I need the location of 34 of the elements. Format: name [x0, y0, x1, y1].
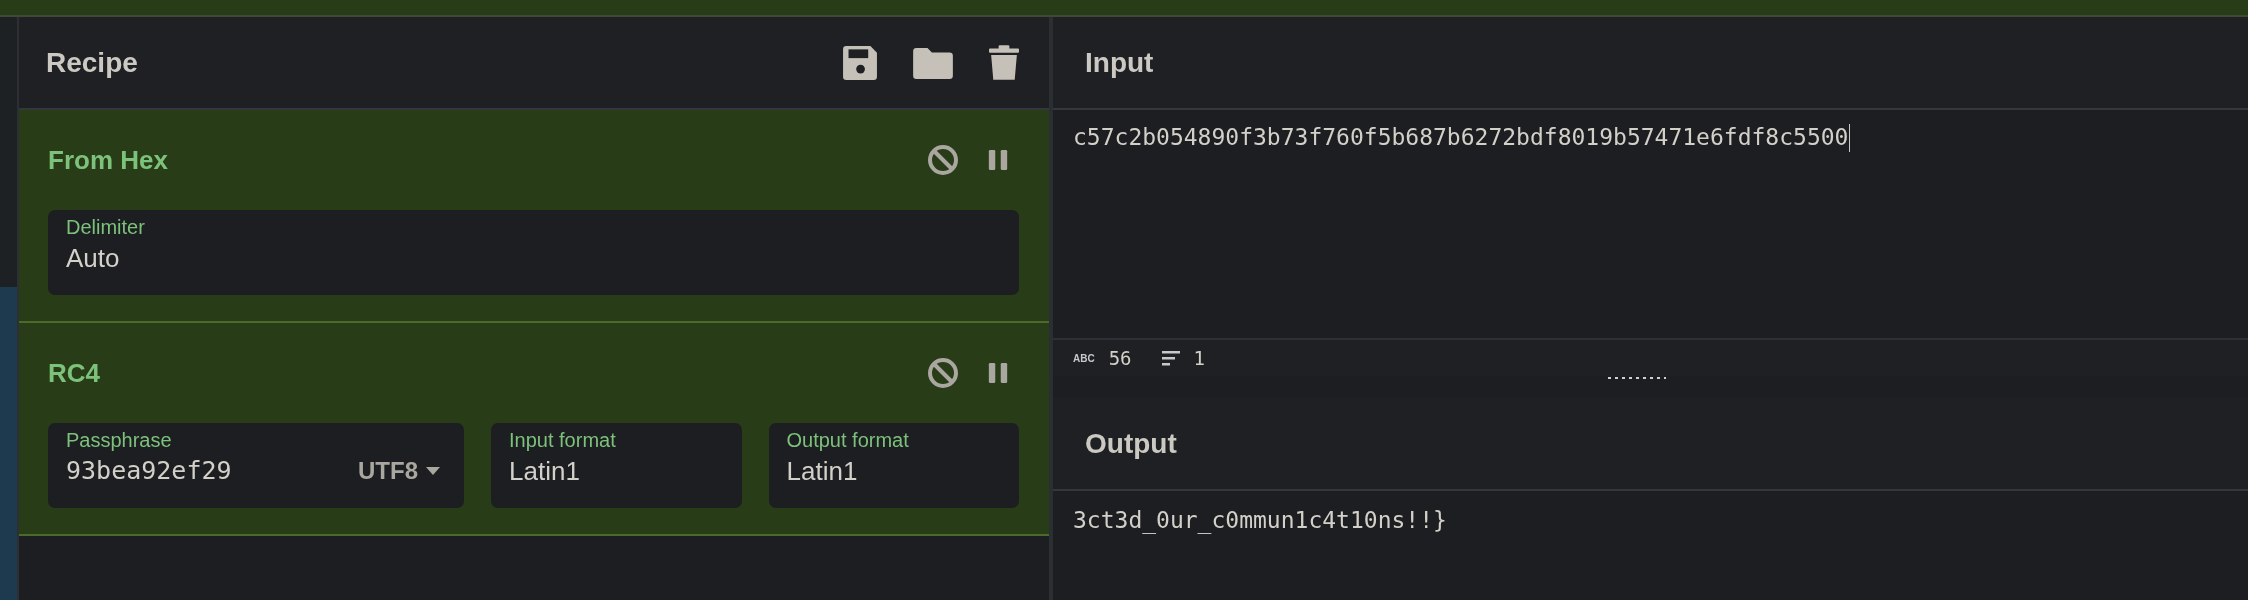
field-label: Input format — [509, 429, 617, 452]
input-field[interactable]: Passphrase 93bea92ef29 UTF8 — [48, 423, 464, 508]
length-icon: ABC — [1073, 352, 1095, 364]
input-field[interactable]: Input format Latin1 — [491, 423, 742, 508]
field-label: Passphrase — [66, 429, 173, 452]
input-text-area[interactable]: c57c2b054890f3b73f760f5b687b6272bdf8019b57471e6fdf8c5500 — [1053, 110, 2248, 338]
stat-value: 56 — [1108, 347, 1132, 369]
disable-icon[interactable] — [927, 144, 959, 176]
panel-title: Input — [1085, 46, 1154, 79]
operation-name: From Hex — [48, 144, 168, 176]
panel-title: Recipe — [46, 46, 138, 79]
lines-icon — [1161, 350, 1180, 366]
field-label: Output format — [786, 429, 910, 452]
pause-icon[interactable] — [987, 147, 1009, 173]
field-value: Auto — [66, 243, 120, 274]
output-text-area: 3ct3d_0ur_c0mmun1c4t10ns!!} — [1053, 491, 2248, 591]
panel-title: Output — [1085, 427, 1177, 460]
field-value: Latin1 — [509, 456, 580, 487]
stat-value: 1 — [1193, 347, 1205, 369]
operation-name: RC4 — [48, 357, 100, 389]
pause-icon[interactable] — [987, 360, 1009, 386]
format-dropdown[interactable]: UTF8 — [352, 456, 446, 485]
field-value: 93bea92ef29 — [66, 456, 232, 485]
resize-handle[interactable] — [1605, 376, 1666, 380]
field-value: Latin1 — [786, 456, 858, 487]
save-icon[interactable] — [843, 45, 877, 80]
caret-icon — [426, 466, 440, 475]
input-field[interactable]: Output format Latin1 — [768, 423, 1019, 508]
field-label: Delimiter — [66, 216, 146, 239]
trash-icon[interactable] — [989, 45, 1019, 80]
disable-icon[interactable] — [927, 357, 959, 389]
input-field[interactable]: Delimiter Auto — [48, 210, 1019, 295]
text-cursor — [1849, 124, 1851, 152]
folder-icon[interactable] — [913, 46, 953, 79]
